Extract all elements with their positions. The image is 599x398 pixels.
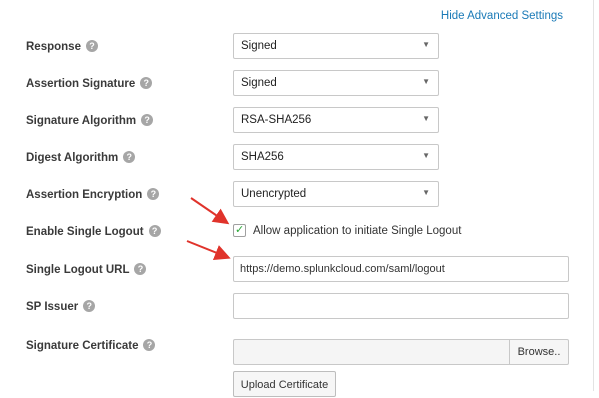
sp-issuer-input[interactable] bbox=[233, 293, 569, 319]
single-logout-url-row: Single Logout URL? bbox=[0, 256, 593, 284]
help-icon[interactable]: ? bbox=[85, 40, 98, 52]
help-icon[interactable]: ? bbox=[83, 300, 96, 312]
single-logout-url-label: Single Logout URL? bbox=[26, 263, 147, 276]
help-icon[interactable]: ? bbox=[140, 77, 153, 89]
signature-algorithm-select[interactable]: RSA-SHA256 ▼ bbox=[233, 107, 439, 133]
caret-down-icon: ▼ bbox=[422, 114, 430, 123]
help-icon[interactable]: ? bbox=[148, 225, 161, 237]
assertion-encryption-select[interactable]: Unencrypted ▼ bbox=[233, 181, 439, 207]
signature-algorithm-value: RSA-SHA256 bbox=[241, 114, 312, 126]
caret-down-icon: ▼ bbox=[422, 77, 430, 86]
checkmark-icon: ✓ bbox=[235, 224, 245, 236]
single-logout-checkbox-label[interactable]: Allow application to initiate Single Log… bbox=[253, 225, 461, 237]
help-icon[interactable]: ? bbox=[141, 114, 154, 126]
certificate-file-field[interactable] bbox=[233, 339, 510, 365]
signature-algorithm-label: Signature Algorithm? bbox=[26, 114, 154, 127]
help-icon[interactable]: ? bbox=[134, 263, 147, 275]
digest-algorithm-select[interactable]: SHA256 ▼ bbox=[233, 144, 439, 170]
signature-certificate-label: Signature Certificate? bbox=[26, 339, 156, 352]
digest-algorithm-label: Digest Algorithm? bbox=[26, 151, 136, 164]
enable-single-logout-label: Enable Single Logout? bbox=[26, 225, 161, 238]
sp-issuer-label: SP Issuer? bbox=[26, 300, 96, 313]
digest-algorithm-value: SHA256 bbox=[241, 151, 284, 163]
response-value: Signed bbox=[241, 40, 277, 52]
caret-down-icon: ▼ bbox=[422, 188, 430, 197]
response-select[interactable]: Signed ▼ bbox=[233, 33, 439, 59]
caret-down-icon: ▼ bbox=[422, 40, 430, 49]
upload-certificate-button[interactable]: Upload Certificate bbox=[233, 371, 336, 397]
assertion-signature-value: Signed bbox=[241, 77, 277, 89]
assertion-encryption-row: Assertion Encryption? Unencrypted ▼ bbox=[0, 181, 593, 209]
help-icon[interactable]: ? bbox=[123, 151, 136, 163]
response-row: Response? Signed ▼ bbox=[0, 33, 593, 61]
signature-algorithm-row: Signature Algorithm? RSA-SHA256 ▼ bbox=[0, 107, 593, 135]
single-logout-checkbox[interactable]: ✓ bbox=[233, 224, 246, 237]
hide-advanced-settings-link[interactable]: Hide Advanced Settings bbox=[441, 10, 563, 22]
single-logout-url-input[interactable] bbox=[233, 256, 569, 282]
signature-certificate-row: Signature Certificate? Browse.. bbox=[0, 339, 593, 367]
assertion-signature-select[interactable]: Signed ▼ bbox=[233, 70, 439, 96]
assertion-signature-row: Assertion Signature? Signed ▼ bbox=[0, 70, 593, 98]
help-icon[interactable]: ? bbox=[147, 188, 160, 200]
sp-issuer-row: SP Issuer? bbox=[0, 293, 593, 321]
assertion-encryption-value: Unencrypted bbox=[241, 188, 307, 200]
response-label: Response? bbox=[26, 40, 98, 53]
help-icon[interactable]: ? bbox=[143, 339, 156, 351]
assertion-encryption-label: Assertion Encryption? bbox=[26, 188, 160, 201]
assertion-signature-label: Assertion Signature? bbox=[26, 77, 153, 90]
browse-button[interactable]: Browse.. bbox=[509, 339, 569, 365]
caret-down-icon: ▼ bbox=[422, 151, 430, 160]
enable-single-logout-row: Enable Single Logout? ✓ Allow applicatio… bbox=[0, 218, 593, 246]
advanced-settings-panel: Hide Advanced Settings Response? Signed … bbox=[0, 0, 594, 397]
digest-algorithm-row: Digest Algorithm? SHA256 ▼ bbox=[0, 144, 593, 172]
